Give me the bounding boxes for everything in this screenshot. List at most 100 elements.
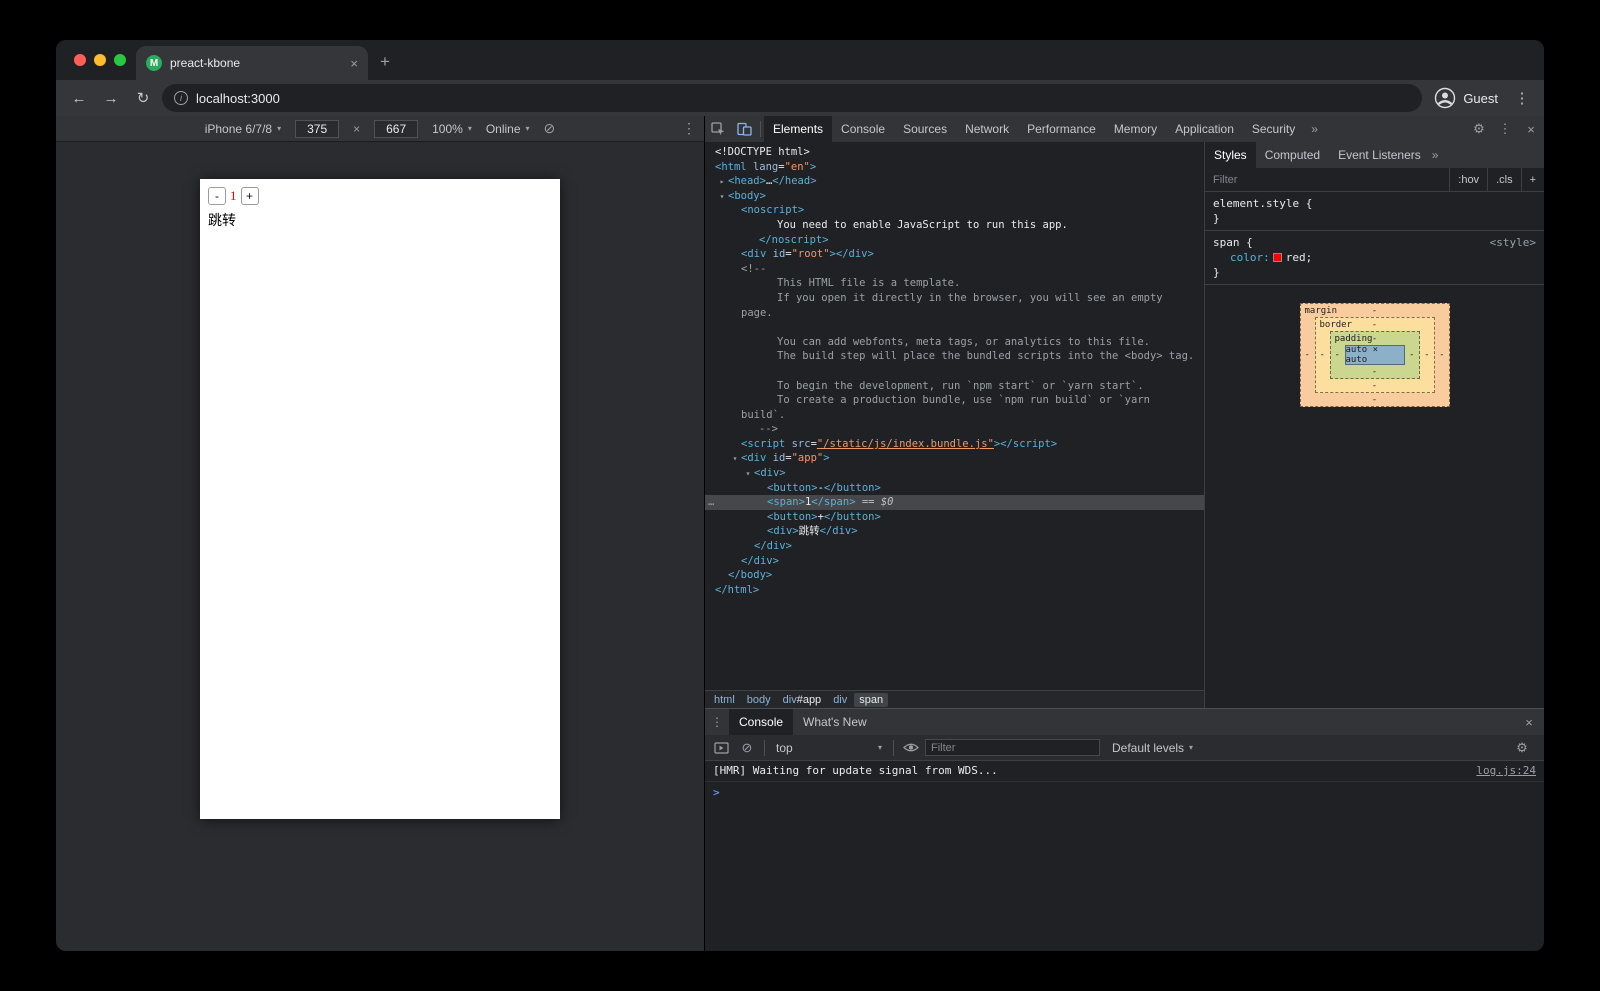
css-rule[interactable]: element.style {} [1205,192,1544,231]
browser-menu-icon[interactable]: ⋮ [1510,89,1534,107]
drawer-close-icon[interactable]: × [1514,715,1544,730]
dom-tree-node[interactable]: To begin the development, run `npm start… [705,379,1204,394]
styles-more-tabs-icon[interactable]: » [1432,148,1439,162]
dom-tree-node[interactable]: You need to enable JavaScript to run thi… [705,218,1204,233]
disclosure-arrow-icon[interactable]: ▾ [717,190,727,205]
new-tab-button[interactable]: + [380,52,390,72]
breadcrumb-item[interactable]: body [742,693,776,707]
dom-tree-node[interactable]: ▸<head>…</head> [705,174,1204,189]
console-settings-gear-icon[interactable]: ⚙ [1510,740,1534,756]
devtools-tab-performance[interactable]: Performance [1018,116,1105,142]
disclosure-arrow-icon[interactable]: ▾ [743,467,753,482]
device-toolbar-more-icon[interactable]: ⋮ [682,120,696,137]
breadcrumb-item[interactable]: html [709,693,740,707]
console-prompt[interactable]: > [705,782,1544,803]
devtools-tab-sources[interactable]: Sources [894,116,956,142]
console-drawer-tab-what-s-new[interactable]: What's New [793,709,877,735]
device-toolbar-toggle-icon[interactable] [731,116,757,142]
rotate-icon[interactable]: ⊘ [544,120,556,137]
devtools-tab-memory[interactable]: Memory [1105,116,1166,142]
styles-filter-input[interactable] [1205,169,1449,191]
devtools-tab-network[interactable]: Network [956,116,1018,142]
dom-tree-node[interactable]: build`. [705,408,1204,423]
new-style-rule-button[interactable]: + [1521,168,1544,192]
dom-tree-node[interactable]: --> [705,422,1204,437]
tab-close-icon[interactable]: × [350,56,358,71]
devtools-close-icon[interactable]: × [1518,116,1544,142]
console-filter-input[interactable] [925,739,1100,756]
minimize-window-button[interactable] [94,54,106,66]
dom-tree-node[interactable]: This HTML file is a template. [705,276,1204,291]
dom-tree-node[interactable]: <button>+</button> [705,510,1204,525]
console-sidebar-toggle-icon[interactable] [709,742,733,754]
disclosure-arrow-icon[interactable]: ▾ [730,452,740,467]
browser-tab[interactable]: M preact-kbone × [136,46,368,80]
increment-button[interactable]: + [241,187,259,205]
dom-tree-node[interactable]: To create a production bundle, use `npm … [705,393,1204,408]
log-source-link[interactable]: log.js:24 [1476,764,1536,777]
dom-tree-node[interactable]: ▾<body> [705,189,1204,204]
dom-tree-node[interactable]: <!-- [705,262,1204,277]
profile-button[interactable]: Guest [1428,87,1504,109]
jump-link[interactable]: 跳转 [208,210,552,230]
breadcrumb-item[interactable]: span [854,693,888,707]
page-info-icon[interactable]: i [174,91,188,105]
inspect-element-icon[interactable] [705,116,731,142]
css-property[interactable]: color:red; [1213,250,1536,265]
more-tabs-icon[interactable]: » [1304,122,1325,136]
css-rule[interactable]: <style>span {color:red;} [1205,231,1544,285]
devtools-tab-console[interactable]: Console [832,116,894,142]
reload-button[interactable]: ↻ [130,85,156,111]
dom-tree-node[interactable]: <button>-</button> [705,481,1204,496]
eye-icon[interactable] [899,742,923,753]
maximize-window-button[interactable] [114,54,126,66]
breadcrumb-item[interactable]: div [828,693,852,707]
console-drawer-tab-console[interactable]: Console [729,709,793,735]
drawer-menu-icon[interactable]: ⋮ [705,715,729,729]
clear-console-icon[interactable]: ⊘ [735,740,759,756]
device-width-input[interactable] [295,120,339,138]
log-levels-select[interactable]: Default levels ▾ [1102,741,1203,755]
dom-tree-node[interactable]: </noscript> [705,233,1204,248]
toggle-pseudo-button[interactable]: :hov [1449,168,1487,192]
dom-tree-node[interactable]: </html> [705,583,1204,598]
throttle-select[interactable]: Online ▾ [486,122,530,136]
dom-tree-node[interactable]: <!DOCTYPE html> [705,145,1204,160]
styles-tab-event-listeners[interactable]: Event Listeners [1329,142,1430,168]
devtools-tab-security[interactable]: Security [1243,116,1304,142]
dom-tree-node[interactable]: <div id="root"></div> [705,247,1204,262]
dom-tree-node[interactable]: </div> [705,539,1204,554]
rule-source-link[interactable]: <style> [1490,235,1536,250]
dom-tree-node[interactable]: <noscript> [705,203,1204,218]
dom-tree-node[interactable]: page. [705,306,1204,321]
close-window-button[interactable] [74,54,86,66]
dom-tree-node[interactable]: <div>跳转</div> [705,524,1204,539]
styles-tab-computed[interactable]: Computed [1256,142,1329,168]
dom-tree-node[interactable] [705,320,1204,335]
dom-tree-node[interactable] [705,364,1204,379]
devtools-tab-elements[interactable]: Elements [764,116,832,142]
dom-tree-node[interactable]: ▾<div> [705,466,1204,481]
disclosure-arrow-icon[interactable]: ▸ [717,175,727,190]
breadcrumb-item[interactable]: div#app [778,693,827,707]
devtools-menu-icon[interactable]: ⋮ [1492,116,1518,142]
forward-button[interactable]: → [98,85,124,111]
color-swatch[interactable] [1273,253,1282,262]
address-bar[interactable]: i localhost:3000 [162,84,1422,112]
dom-tree-node[interactable]: ▾<div id="app"> [705,451,1204,466]
console-context-select[interactable]: top ▾ [770,741,888,755]
zoom-select[interactable]: 100% ▾ [432,122,472,136]
box-model[interactable]: margin - - - - border - - - - [1205,285,1544,419]
devtools-tab-application[interactable]: Application [1166,116,1243,142]
decrement-button[interactable]: - [208,187,226,205]
device-select[interactable]: iPhone 6/7/8 ▾ [205,122,281,136]
styles-tab-styles[interactable]: Styles [1205,142,1256,168]
dom-tree-node[interactable]: </body> [705,568,1204,583]
device-height-input[interactable] [374,120,418,138]
dom-tree-node[interactable]: <script src="/static/js/index.bundle.js"… [705,437,1204,452]
dom-tree-node[interactable]: </div> [705,554,1204,569]
dom-tree-node[interactable]: You can add webfonts, meta tags, or anal… [705,335,1204,350]
dom-tree-node[interactable]: …<span>1</span> == $0 [705,495,1204,510]
dom-tree-node[interactable]: <html lang="en"> [705,160,1204,175]
dom-tree-node[interactable]: If you open it directly in the browser, … [705,291,1204,306]
